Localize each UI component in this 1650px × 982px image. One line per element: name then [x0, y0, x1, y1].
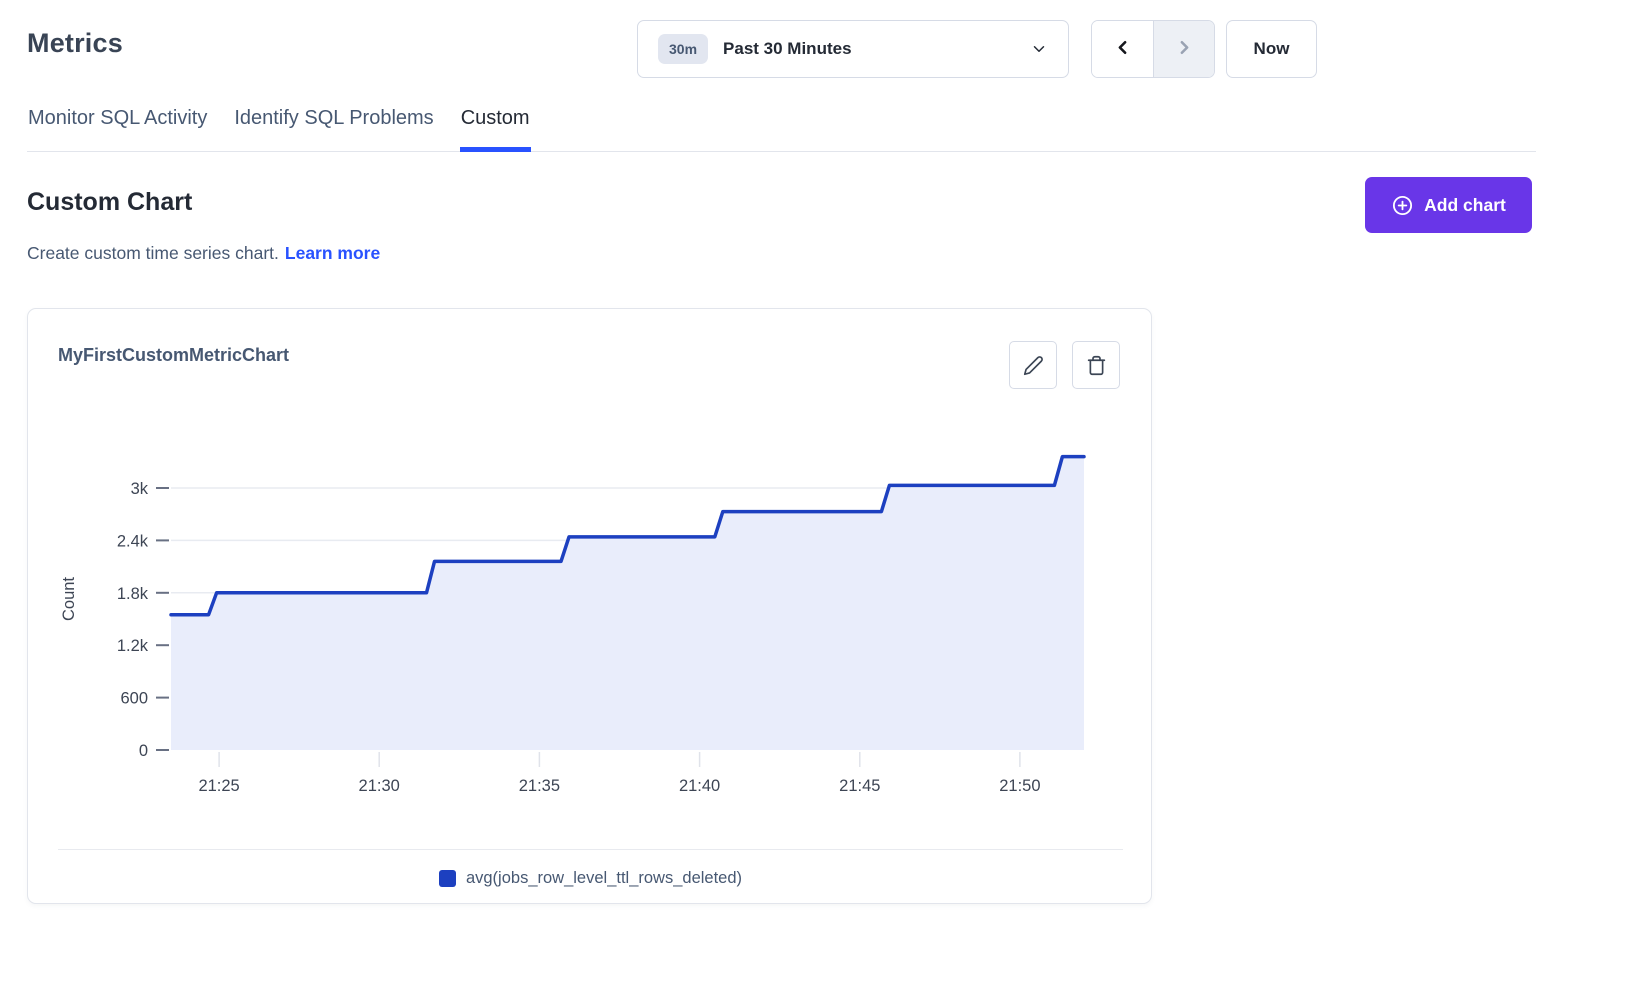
chart-legend: avg(jobs_row_level_ttl_rows_deleted) [28, 869, 1153, 888]
tab-identify-sql-problems[interactable]: Identify SQL Problems [233, 107, 434, 152]
add-chart-button[interactable]: Add chart [1365, 177, 1532, 233]
chevron-right-icon [1174, 37, 1195, 61]
next-time-button[interactable] [1153, 21, 1214, 77]
section-title: Custom Chart [27, 188, 192, 217]
time-window-label: Past 30 Minutes [723, 39, 852, 59]
learn-more-link[interactable]: Learn more [285, 243, 380, 263]
add-chart-label: Add chart [1424, 195, 1506, 216]
time-window-selector[interactable]: 30m Past 30 Minutes [637, 20, 1069, 78]
svg-text:21:25: 21:25 [198, 777, 239, 795]
svg-text:21:40: 21:40 [679, 777, 720, 795]
legend-swatch [439, 870, 456, 887]
tab-custom[interactable]: Custom [460, 107, 531, 152]
svg-text:21:30: 21:30 [359, 777, 400, 795]
time-window-badge: 30m [658, 34, 708, 64]
pencil-icon [1023, 355, 1044, 376]
chevron-left-icon [1112, 37, 1133, 61]
chevron-down-icon [1030, 40, 1048, 58]
legend-label: avg(jobs_row_level_ttl_rows_deleted) [466, 869, 742, 888]
tab-monitor-sql-activity[interactable]: Monitor SQL Activity [27, 107, 208, 152]
delete-chart-button[interactable] [1072, 341, 1120, 389]
time-nav-arrows [1091, 20, 1215, 78]
custom-chart-plot[interactable]: 0 600 1.2k 1.8k 2.4k 3k 21:25 21:30 21:35 21:40 21… [28, 417, 1128, 812]
legend-divider [58, 849, 1123, 850]
svg-text:1.8k: 1.8k [117, 585, 149, 603]
trash-icon [1086, 355, 1107, 376]
custom-chart-card: MyFirstCustomMetricChart 0 600 1.2k 1.8k 2.4… [27, 308, 1152, 904]
page-title: Metrics [27, 28, 123, 59]
svg-text:Count: Count [60, 577, 78, 621]
chart-title: MyFirstCustomMetricChart [58, 345, 289, 366]
svg-text:1.2k: 1.2k [117, 637, 149, 655]
svg-text:21:50: 21:50 [999, 777, 1040, 795]
plus-circle-icon [1391, 194, 1414, 217]
svg-text:21:45: 21:45 [839, 777, 880, 795]
now-button[interactable]: Now [1226, 20, 1317, 78]
svg-text:0: 0 [139, 742, 148, 760]
edit-chart-button[interactable] [1009, 341, 1057, 389]
metrics-tabs: Monitor SQL Activity Identify SQL Proble… [27, 99, 1536, 152]
section-description-text: Create custom time series chart. [27, 243, 279, 263]
svg-text:3k: 3k [131, 480, 149, 498]
svg-text:600: 600 [120, 690, 148, 708]
svg-text:2.4k: 2.4k [117, 532, 149, 550]
prev-time-button[interactable] [1092, 21, 1153, 77]
section-description: Create custom time series chart. Learn mo… [27, 243, 380, 264]
svg-text:21:35: 21:35 [519, 777, 560, 795]
